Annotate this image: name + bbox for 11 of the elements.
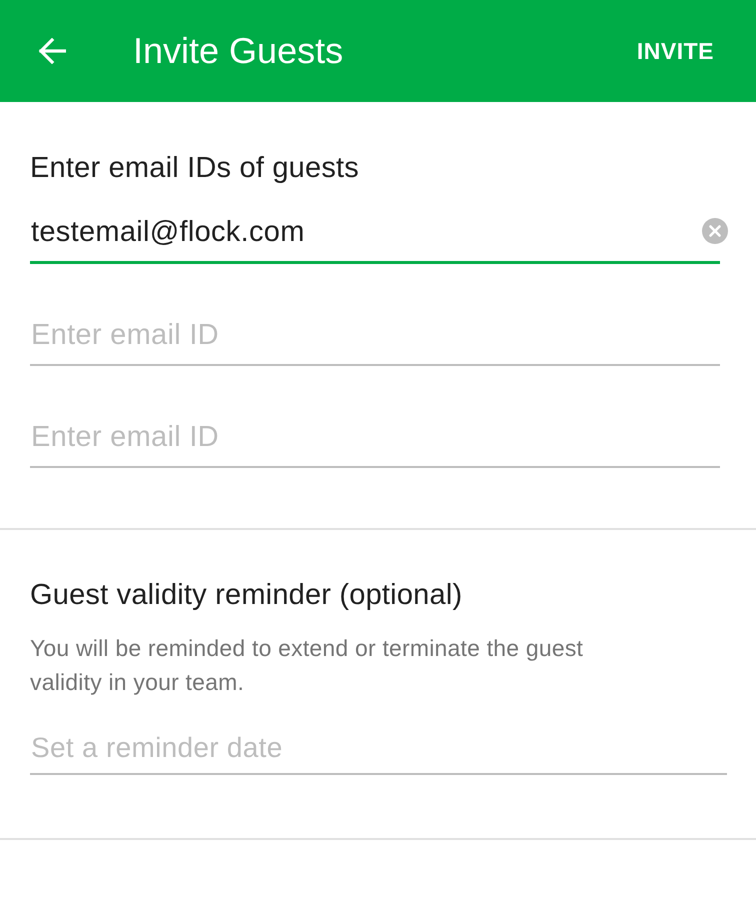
back-button[interactable] bbox=[36, 35, 68, 67]
section-label: Guest validity reminder (optional) bbox=[30, 579, 464, 611]
reminder-date-field[interactable]: Set a reminder date bbox=[30, 723, 727, 775]
back-arrow-icon bbox=[38, 38, 66, 64]
email-field[interactable]: Enter email ID bbox=[30, 304, 720, 366]
screen-title: Invite Guests bbox=[133, 30, 344, 72]
email-field[interactable]: testemail@flock.com bbox=[30, 201, 720, 264]
clear-icon[interactable] bbox=[702, 218, 728, 244]
email-field[interactable]: Enter email ID bbox=[30, 406, 720, 468]
section-label: Enter email IDs of guests bbox=[30, 152, 360, 184]
reminder-description: You will be reminded to extend or terminate the guest validity in your team. bbox=[30, 634, 584, 697]
